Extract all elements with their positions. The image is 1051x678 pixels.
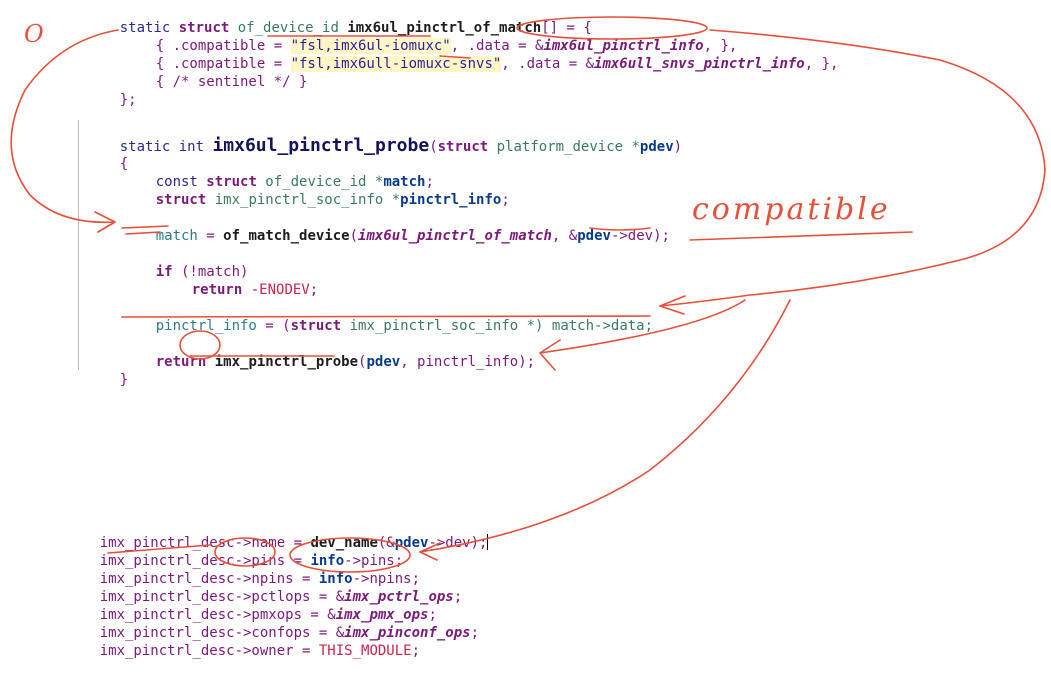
code-line: imx_pinctrl_desc->confops = &imx_pinconf… (99, 625, 480, 641)
code-line: { (119, 156, 129, 172)
code-line: return imx_pinctrl_probe(pdev, pinctrl_i… (155, 354, 536, 370)
code-editor-view: static struct of_device_id imx6ul_pinctr… (0, 0, 1051, 659)
handwritten-mark-o: O (24, 20, 47, 48)
code-line: }; (119, 92, 137, 108)
code-line: imx_pinctrl_desc->pctlops = &imx_pctrl_o… (99, 589, 463, 605)
text-cursor (487, 534, 489, 550)
code-line: static int imx6ul_pinctrl_probe(struct p… (119, 135, 683, 156)
code-line: imx_pinctrl_desc->owner = THIS_MODULE; (99, 643, 421, 659)
code-line: imx_pinctrl_desc->name = dev_name(&pdev-… (99, 534, 489, 551)
code-line: { /* sentinel */ } (155, 74, 308, 90)
handwritten-compatible-note: compatible (692, 192, 891, 227)
fold-guide (78, 120, 79, 370)
code-line: static struct of_device_id imx6ul_pinctr… (119, 20, 592, 36)
code-line: imx_pinctrl_desc->npins = info->npins; (99, 571, 421, 587)
code-line: match = of_match_device(imx6ul_pinctrl_o… (155, 228, 670, 244)
code-line: } (119, 372, 129, 388)
code-line: { .compatible = "fsl,imx6ull-iomuxc-snvs… (155, 56, 839, 72)
code-line: struct imx_pinctrl_soc_info *pinctrl_inf… (155, 192, 510, 208)
code-line: if (!match) (155, 264, 249, 280)
code-line: return -ENODEV; (191, 282, 319, 298)
code-line: imx_pinctrl_desc->pins = info->pins; (99, 553, 404, 569)
code-line: { .compatible = "fsl,imx6ul-iomuxc", .da… (155, 38, 738, 54)
code-line: pinctrl_info = (struct imx_pinctrl_soc_i… (155, 318, 654, 334)
code-line: const struct of_device_id *match; (155, 174, 434, 190)
code-line: imx_pinctrl_desc->pmxops = &imx_pmx_ops; (99, 607, 437, 623)
